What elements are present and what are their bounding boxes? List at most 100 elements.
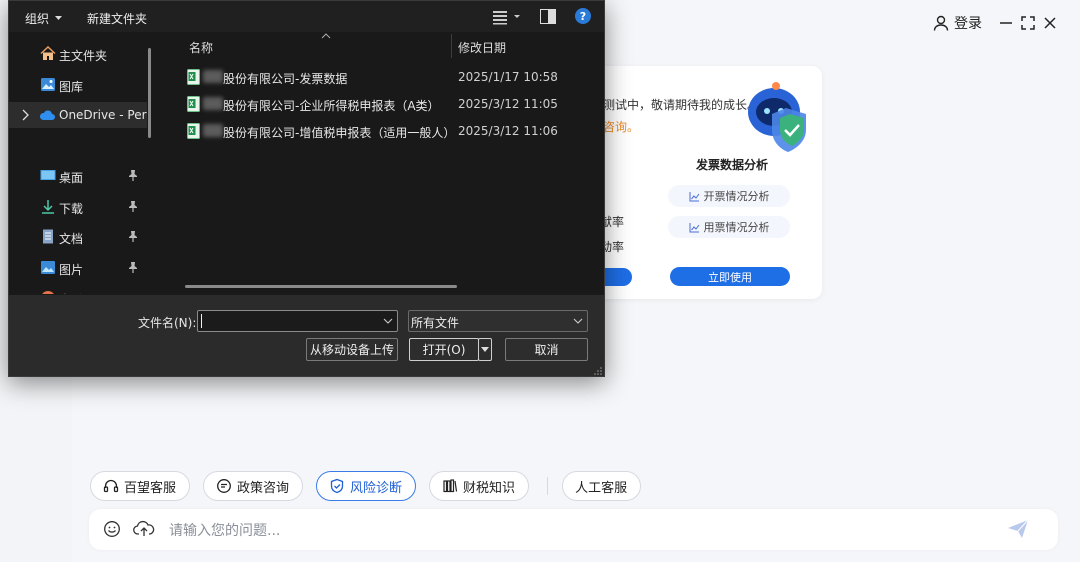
file-list-pane: 名称 修改日期 股份有限公司-发票数据 2025/1/17 10:58 股份有限… [159, 32, 604, 294]
nav-label: 下载 [59, 202, 84, 216]
file-row[interactable]: 股份有限公司-企业所得税申报表（A类） 2025/3/12 11:05 [159, 91, 604, 117]
cancel-button[interactable]: 取消 [505, 338, 588, 361]
desktop-icon [40, 170, 56, 180]
file-type-filter-select[interactable]: 所有文件 [408, 310, 588, 332]
new-folder-button[interactable]: 新建文件夹 [87, 10, 147, 27]
sort-up-icon [321, 33, 331, 39]
document-icon [43, 229, 53, 244]
trend-chart-icon [689, 222, 699, 232]
nav-item-downloads[interactable]: 下载 [9, 194, 147, 220]
welcome-text: 测试中，敬请期待我的成长。 [603, 98, 760, 112]
nav-label: OneDrive - Per [59, 108, 147, 122]
nav-item-desktop[interactable]: 桌面 [9, 163, 147, 189]
headset-icon [103, 479, 119, 493]
quick-button-tax-knowledge[interactable]: 财税知识 [429, 471, 530, 501]
shield-icon [330, 478, 344, 494]
organize-menu[interactable]: 组织 [25, 10, 63, 27]
file-row[interactable]: 股份有限公司-发票数据 2025/1/17 10:58 [159, 64, 604, 90]
robot-mascot-icon [748, 82, 806, 152]
invoice-chip-1-label: 开票情况分析 [703, 190, 770, 203]
emoji-icon[interactable] [103, 520, 121, 538]
nav-label: 图片 [59, 263, 84, 277]
quick-bar-divider [547, 477, 549, 495]
welcome-link[interactable]: 咨询。 [603, 118, 639, 135]
nav-label: 文档 [59, 232, 84, 246]
excel-file-icon [187, 69, 200, 85]
redacted-company-name [203, 97, 223, 110]
nav-item-pictures[interactable]: 图片 [9, 255, 147, 281]
file-name: 股份有限公司-增值税申报表（适用一般人） [223, 126, 456, 140]
file-row[interactable]: 股份有限公司-增值税申报表（适用一般人） 2025/3/12 11:06 [159, 118, 604, 144]
chat-icon [217, 479, 231, 493]
use-now-button[interactable]: 立即使用 [670, 267, 790, 286]
column-header-name[interactable]: 名称 [189, 39, 213, 56]
quick-button-policy-consult[interactable]: 政策咨询 [203, 471, 304, 501]
filename-label: 文件名(N): [138, 316, 197, 330]
quick-button-label: 财税知识 [463, 480, 516, 496]
invoice-chip-2-label: 用票情况分析 [703, 221, 770, 234]
download-icon [42, 200, 54, 214]
quick-button-label: 政策咨询 [237, 480, 290, 496]
home-icon [40, 46, 56, 60]
pin-icon[interactable] [127, 169, 139, 182]
login-button[interactable]: 登录 [932, 12, 982, 34]
help-icon[interactable]: ? [575, 8, 591, 24]
gallery-icon [41, 78, 55, 91]
quick-button-human-service[interactable]: 人工客服 [562, 471, 642, 501]
excel-file-icon [187, 123, 200, 139]
column-header-row: 名称 修改日期 [159, 32, 604, 60]
cloud-icon [39, 110, 55, 120]
invoice-usage-analysis-chip[interactable]: 用票情况分析 [668, 216, 790, 238]
minimize-button[interactable] [998, 12, 1014, 34]
send-icon[interactable] [1007, 519, 1029, 539]
quick-button-label: 风险诊断 [350, 480, 403, 496]
cloud-upload-icon[interactable] [133, 519, 155, 539]
navigation-pane: 主文件夹 图库 OneDrive - Per 桌面 下载 文档 图片 [9, 32, 159, 294]
nav-label: 桌面 [59, 171, 84, 185]
nav-item-music[interactable]: 音乐 [9, 285, 147, 294]
open-button[interactable]: 打开(O) [409, 338, 479, 361]
excel-file-icon [187, 96, 200, 112]
file-date: 2025/3/12 11:05 [458, 97, 558, 111]
text-caret [201, 314, 202, 328]
file-list-horizontal-scrollbar[interactable] [185, 285, 457, 288]
nav-item-home[interactable]: 主文件夹 [9, 41, 147, 67]
minimize-icon [1000, 22, 1012, 24]
quick-action-bar: 百望客服 政策咨询 风险诊断 财税知识 人工客服 [90, 471, 654, 501]
pin-icon[interactable] [127, 261, 139, 274]
nav-scrollbar[interactable] [148, 48, 151, 138]
nav-label: 主文件夹 [59, 49, 108, 63]
quick-button-baiwang-service[interactable]: 百望客服 [90, 471, 191, 501]
books-icon [443, 479, 458, 493]
preview-pane-icon[interactable] [540, 9, 556, 24]
column-divider[interactable] [451, 34, 452, 58]
nav-item-documents[interactable]: 文档 [9, 224, 147, 250]
pin-icon[interactable] [127, 200, 139, 213]
trend-chart-icon [689, 191, 699, 201]
file-open-dialog: 组织 新建文件夹 ? 主文件夹 图库 OneDrive - Per 桌面 下载 … [8, 0, 605, 377]
organize-label: 组织 [25, 12, 50, 26]
nav-item-gallery[interactable]: 图库 [9, 72, 147, 98]
close-button[interactable] [1042, 12, 1058, 34]
fullscreen-button[interactable] [1020, 12, 1036, 34]
nav-item-onedrive[interactable]: OneDrive - Per [9, 102, 147, 128]
quick-button-risk-diagnosis[interactable]: 风险诊断 [316, 471, 417, 501]
chevron-down-icon[interactable] [383, 317, 393, 325]
chat-input-box[interactable]: 请输入您的问题... [89, 509, 1058, 550]
column-header-date[interactable]: 修改日期 [458, 39, 506, 56]
open-options-dropdown[interactable] [478, 338, 492, 361]
caret-down-icon [481, 346, 489, 352]
invoice-issuing-analysis-chip[interactable]: 开票情况分析 [668, 185, 790, 207]
file-name: 股份有限公司-发票数据 [223, 72, 348, 86]
chevron-down-icon [55, 16, 63, 20]
upload-from-mobile-button[interactable]: 从移动设备上传 [306, 338, 398, 361]
view-options-icon[interactable] [491, 8, 521, 26]
redacted-company-name [203, 124, 223, 137]
quick-button-label: 百望客服 [124, 480, 177, 496]
filename-input[interactable] [197, 310, 398, 332]
resize-grip-icon[interactable] [594, 367, 602, 375]
chevron-right-icon[interactable] [21, 109, 29, 121]
chevron-down-icon[interactable] [573, 317, 583, 325]
file-name: 股份有限公司-企业所得税申报表（A类） [223, 99, 440, 113]
pin-icon[interactable] [127, 230, 139, 243]
